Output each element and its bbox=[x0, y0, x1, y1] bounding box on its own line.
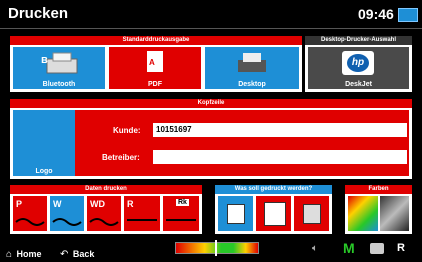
camera-icon[interactable] bbox=[370, 243, 384, 254]
data-p-button[interactable]: P bbox=[13, 196, 47, 231]
data-wd-button[interactable]: WD bbox=[87, 196, 121, 231]
logo-button[interactable]: Logo bbox=[13, 110, 75, 176]
data-w-button[interactable]: W bbox=[50, 196, 84, 231]
back-icon: ↶ bbox=[60, 249, 69, 260]
deskjet-label: DeskJet bbox=[345, 81, 372, 88]
curve-icon bbox=[52, 218, 82, 226]
meter-needle bbox=[215, 240, 217, 256]
home-button[interactable]: ⌂ Home bbox=[6, 244, 42, 262]
bluetooth-label: Bluetooth bbox=[42, 81, 76, 88]
desktop-label: Desktop bbox=[238, 81, 266, 88]
data-rk-button[interactable]: Rk bbox=[163, 196, 199, 231]
what-to-print-panel: Was soll gedruckt werden? bbox=[215, 185, 332, 234]
print-option-2-button[interactable] bbox=[256, 196, 291, 231]
level-meter bbox=[175, 242, 259, 254]
desktop-printer-panel: Desktop-Drucker-Auswahl hp DeskJet bbox=[305, 36, 412, 92]
betreiber-label: Betreiber: bbox=[102, 153, 140, 162]
speaker-icon[interactable]: 🔈︎ bbox=[312, 243, 318, 254]
print-data-panel: Daten drucken P W WD R Rk bbox=[10, 185, 202, 234]
data-w-label: W bbox=[53, 199, 62, 209]
print-option-1-button[interactable] bbox=[218, 196, 253, 231]
kunde-input[interactable]: 10151697 bbox=[153, 123, 407, 137]
print-data-header: Daten drucken bbox=[10, 185, 202, 194]
svg-text:A: A bbox=[149, 58, 155, 67]
print-option-3-button[interactable] bbox=[294, 196, 329, 231]
svg-text:ʙ: ʙ bbox=[41, 54, 48, 66]
pdf-label: PDF bbox=[148, 81, 162, 88]
home-icon: ⌂ bbox=[6, 249, 13, 260]
curve-icon bbox=[89, 218, 119, 226]
desktop-printer-header: Desktop-Drucker-Auswahl bbox=[305, 36, 412, 45]
logo-label: Logo bbox=[35, 168, 53, 175]
document-icon bbox=[227, 204, 245, 224]
battery-icon bbox=[398, 8, 418, 22]
what-to-print-header: Was soll gedruckt werden? bbox=[215, 185, 332, 194]
pdf-icon: A bbox=[147, 51, 163, 72]
standard-output-panel: Standarddruckausgabe ʙ Bluetooth A PDF D… bbox=[10, 36, 302, 92]
desktop-button[interactable]: Desktop bbox=[205, 47, 299, 89]
pdf-button[interactable]: A PDF bbox=[109, 47, 201, 89]
colors-panel: Farben bbox=[345, 185, 412, 234]
color-mode-button[interactable] bbox=[348, 196, 378, 231]
bluetooth-button[interactable]: ʙ Bluetooth bbox=[13, 47, 105, 89]
document-icon bbox=[303, 204, 321, 224]
standard-output-header: Standarddruckausgabe bbox=[10, 36, 302, 45]
grayscale-mode-button[interactable] bbox=[380, 196, 409, 231]
printer-icon: ʙ bbox=[41, 52, 78, 74]
data-wd-label: WD bbox=[90, 199, 105, 209]
kunde-label: Kunde: bbox=[113, 126, 141, 135]
back-button[interactable]: ↶ Back bbox=[60, 244, 94, 262]
line-icon bbox=[166, 219, 196, 221]
header-panel-title: Kopfzeile bbox=[10, 99, 412, 108]
divider bbox=[0, 28, 422, 29]
deskjet-button[interactable]: hp DeskJet bbox=[308, 47, 409, 89]
data-rk-label: Rk bbox=[176, 199, 189, 206]
header-panel: Kopfzeile Logo Kunde: 10151697 Betreiber… bbox=[10, 99, 412, 179]
mode-indicator[interactable]: M bbox=[343, 240, 355, 256]
betreiber-input[interactable] bbox=[153, 150, 407, 164]
data-r-button[interactable]: R bbox=[124, 196, 160, 231]
hp-logo-icon: hp bbox=[342, 51, 374, 75]
desktop-printer-icon bbox=[238, 53, 266, 72]
data-r-label: R bbox=[127, 199, 134, 209]
clock: 09:46 bbox=[358, 6, 394, 22]
page-title: Drucken bbox=[8, 5, 69, 22]
line-icon bbox=[127, 219, 157, 221]
colors-header: Farben bbox=[345, 185, 412, 194]
document-list-icon bbox=[264, 202, 286, 226]
data-p-label: P bbox=[16, 199, 23, 209]
r-indicator: R bbox=[397, 242, 405, 254]
curve-icon bbox=[15, 218, 45, 226]
